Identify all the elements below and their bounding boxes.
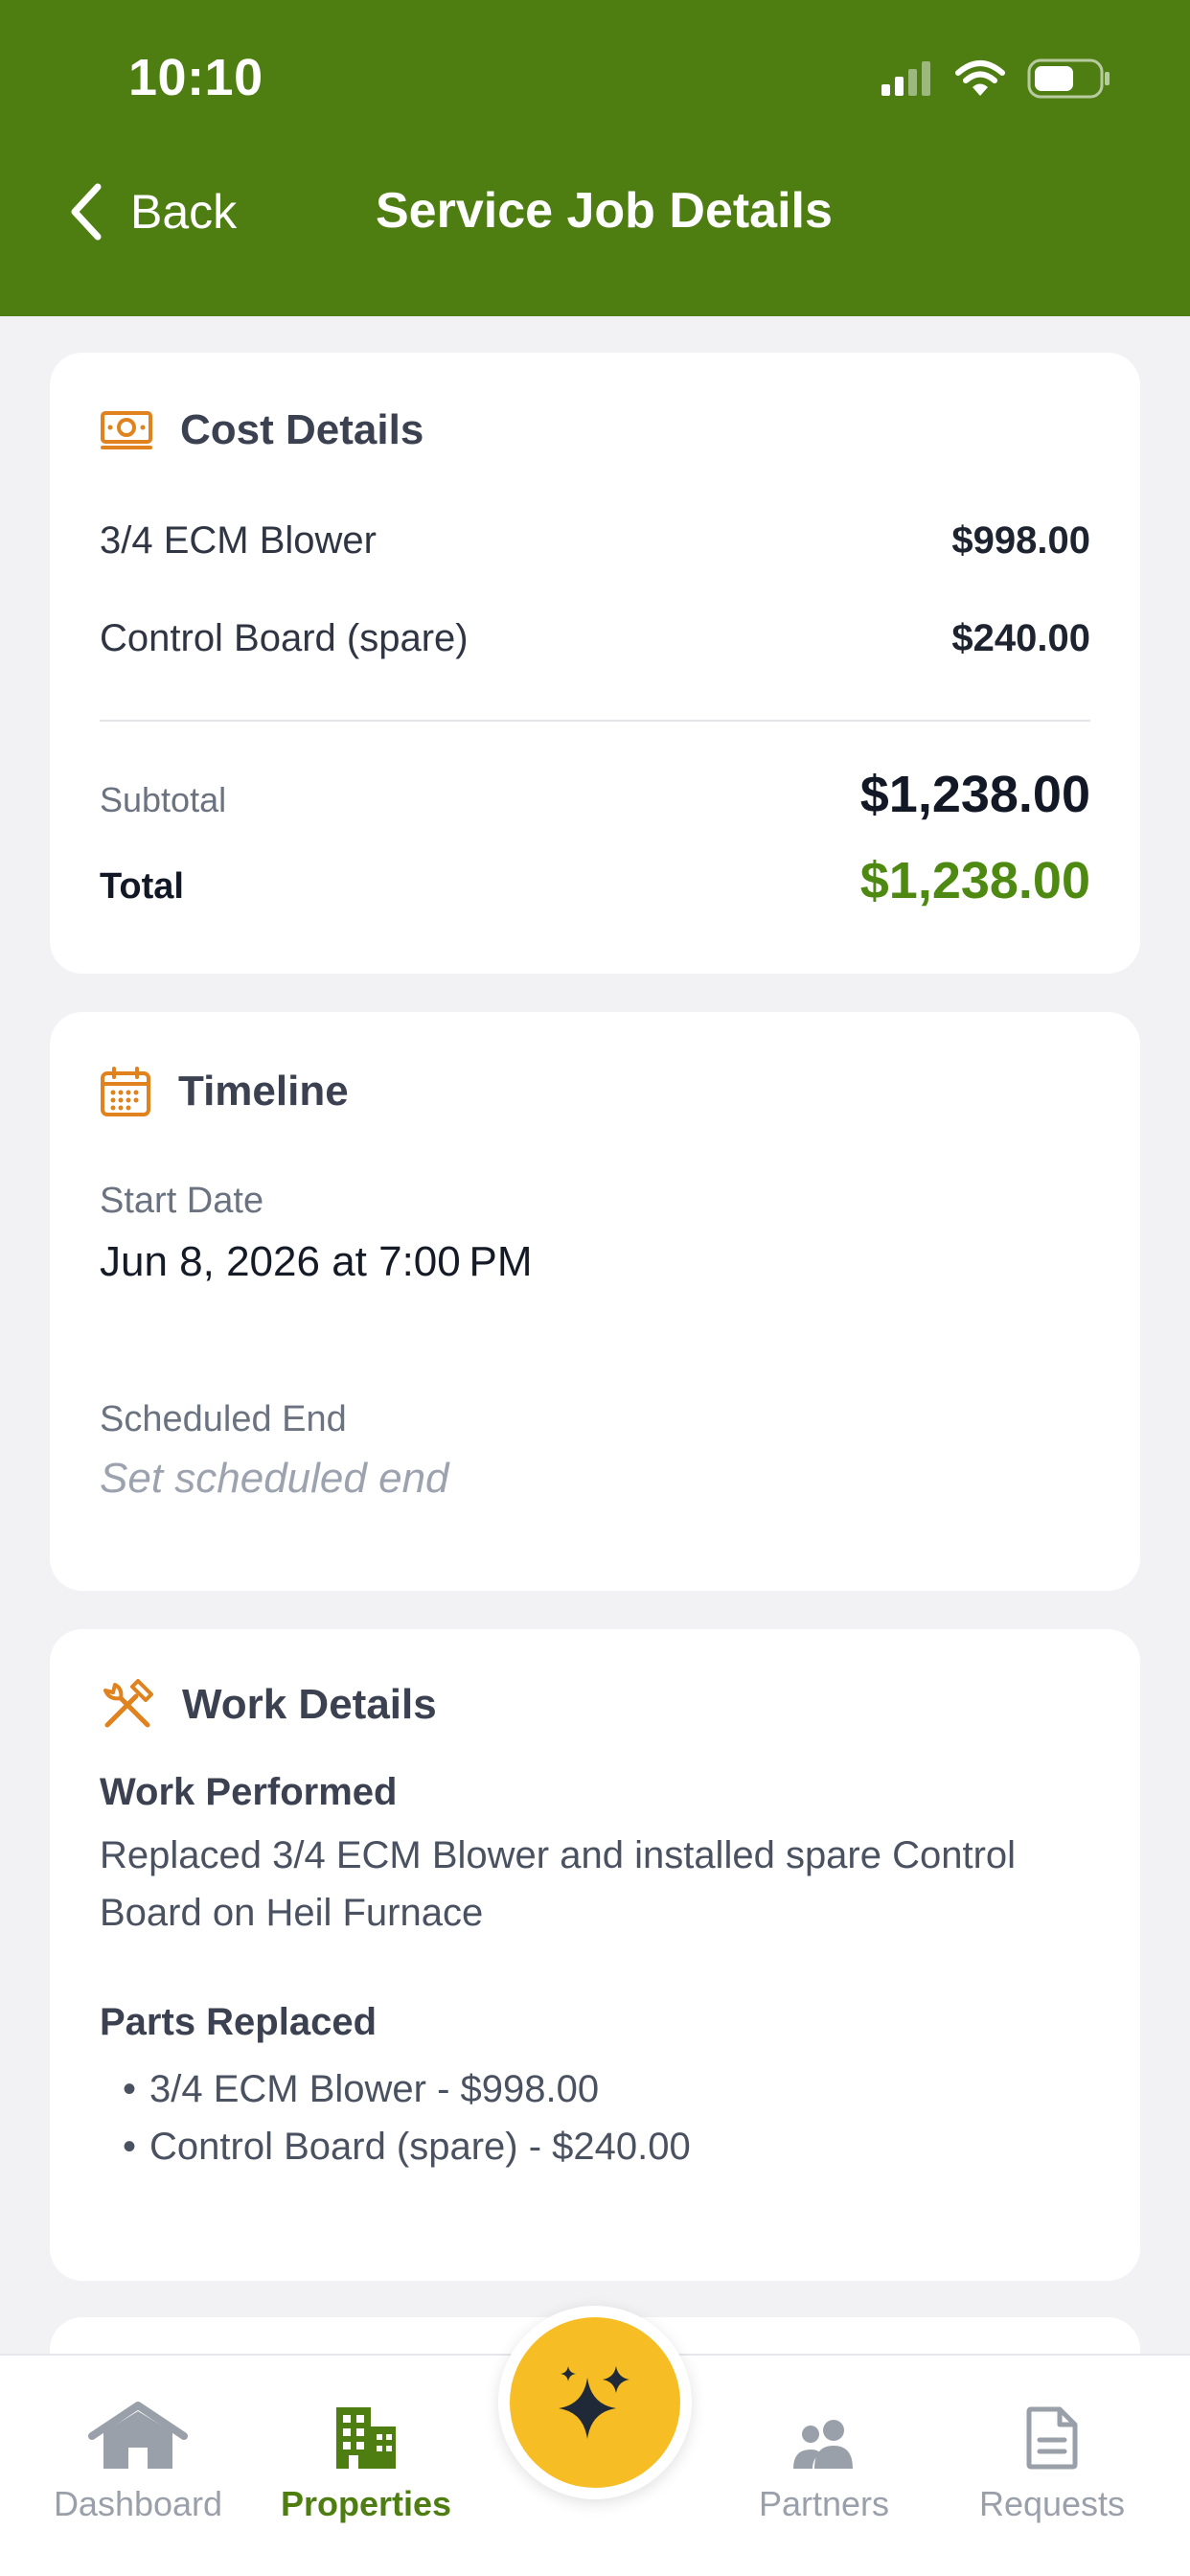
tab-label: Requests <box>978 2484 1126 2523</box>
cost-details-header: Cost Details <box>100 406 423 454</box>
subtotal-row: Subtotal $1,238.00 <box>100 765 1090 824</box>
house-icon <box>88 2402 188 2469</box>
chevron-left-icon <box>71 183 102 241</box>
work-details-card: Work Details Work Performed Replaced 3/4… <box>50 1629 1140 2281</box>
app-header: 10:10 Back Service Job Details <box>0 0 1190 316</box>
cost-divider <box>100 720 1090 722</box>
status-time: 10:10 <box>128 49 263 106</box>
back-button[interactable]: Back <box>67 178 237 245</box>
back-label: Back <box>130 185 238 239</box>
scheduled-end-field[interactable]: Set scheduled end <box>100 1455 449 1503</box>
scheduled-end-label: Scheduled End <box>100 1399 347 1439</box>
tab-label: Properties <box>280 2484 452 2523</box>
list-item: 3/4 ECM Blower - $998.00 <box>123 2060 691 2118</box>
work-performed-label: Work Performed <box>100 1771 398 1813</box>
start-date-value[interactable]: Jun 8, 2026 at 7:00 PM <box>100 1238 533 1286</box>
document-icon <box>1026 2406 1078 2470</box>
building-icon <box>336 2407 396 2469</box>
sparkles-icon <box>559 2366 629 2439</box>
people-icon <box>793 2420 853 2469</box>
timeline-header: Timeline <box>100 1066 349 1117</box>
cost-item-label: 3/4 ECM Blower <box>100 519 377 562</box>
ai-assistant-button[interactable] <box>510 2317 680 2488</box>
tab-properties[interactable]: Properties <box>261 2394 471 2524</box>
status-icons <box>880 58 1111 99</box>
tab-requests[interactable]: Requests <box>947 2394 1157 2524</box>
cost-line-item: 3/4 ECM Blower $998.00 <box>100 519 1090 563</box>
cost-line-item: Control Board (spare) $240.00 <box>100 617 1090 660</box>
tab-dashboard[interactable]: Dashboard <box>33 2394 243 2524</box>
start-date-label: Start Date <box>100 1181 264 1221</box>
cost-details-card: Cost Details 3/4 ECM Blower $998.00 Cont… <box>50 353 1140 974</box>
calendar-icon <box>101 1067 150 1116</box>
parts-replaced-list: 3/4 ECM Blower - $998.00 Control Board (… <box>123 2060 691 2175</box>
cost-details-title: Cost Details <box>180 406 424 453</box>
list-item: Control Board (spare) - $240.00 <box>123 2118 691 2175</box>
subtotal-label: Subtotal <box>100 780 227 819</box>
total-row: Total $1,238.00 <box>100 851 1090 910</box>
battery-icon <box>1027 58 1110 99</box>
money-icon <box>101 411 152 449</box>
total-label: Total <box>100 866 184 907</box>
tools-icon <box>103 1679 153 1728</box>
wifi-icon <box>955 60 1005 96</box>
tab-label: Partners <box>758 2484 890 2523</box>
timeline-title: Timeline <box>178 1068 349 1115</box>
cost-item-value: $998.00 <box>951 519 1090 562</box>
tab-label: Dashboard <box>53 2484 223 2523</box>
work-details-header: Work Details <box>100 1679 437 1731</box>
cost-item-label: Control Board (spare) <box>100 617 469 659</box>
work-performed-text: Replaced 3/4 ECM Blower and installed sp… <box>100 1834 1017 1934</box>
timeline-card: Timeline Start Date Jun 8, 2026 at 7:00 … <box>50 1012 1140 1591</box>
work-details-title: Work Details <box>182 1681 437 1728</box>
parts-replaced-label: Parts Replaced <box>100 2001 378 2043</box>
subtotal-value: $1,238.00 <box>859 766 1090 823</box>
cellular-signal-icon <box>881 61 930 96</box>
page-title: Service Job Details <box>376 183 833 239</box>
total-value: $1,238.00 <box>859 852 1090 909</box>
tab-partners[interactable]: Partners <box>719 2394 929 2524</box>
cost-item-value: $240.00 <box>951 617 1090 659</box>
